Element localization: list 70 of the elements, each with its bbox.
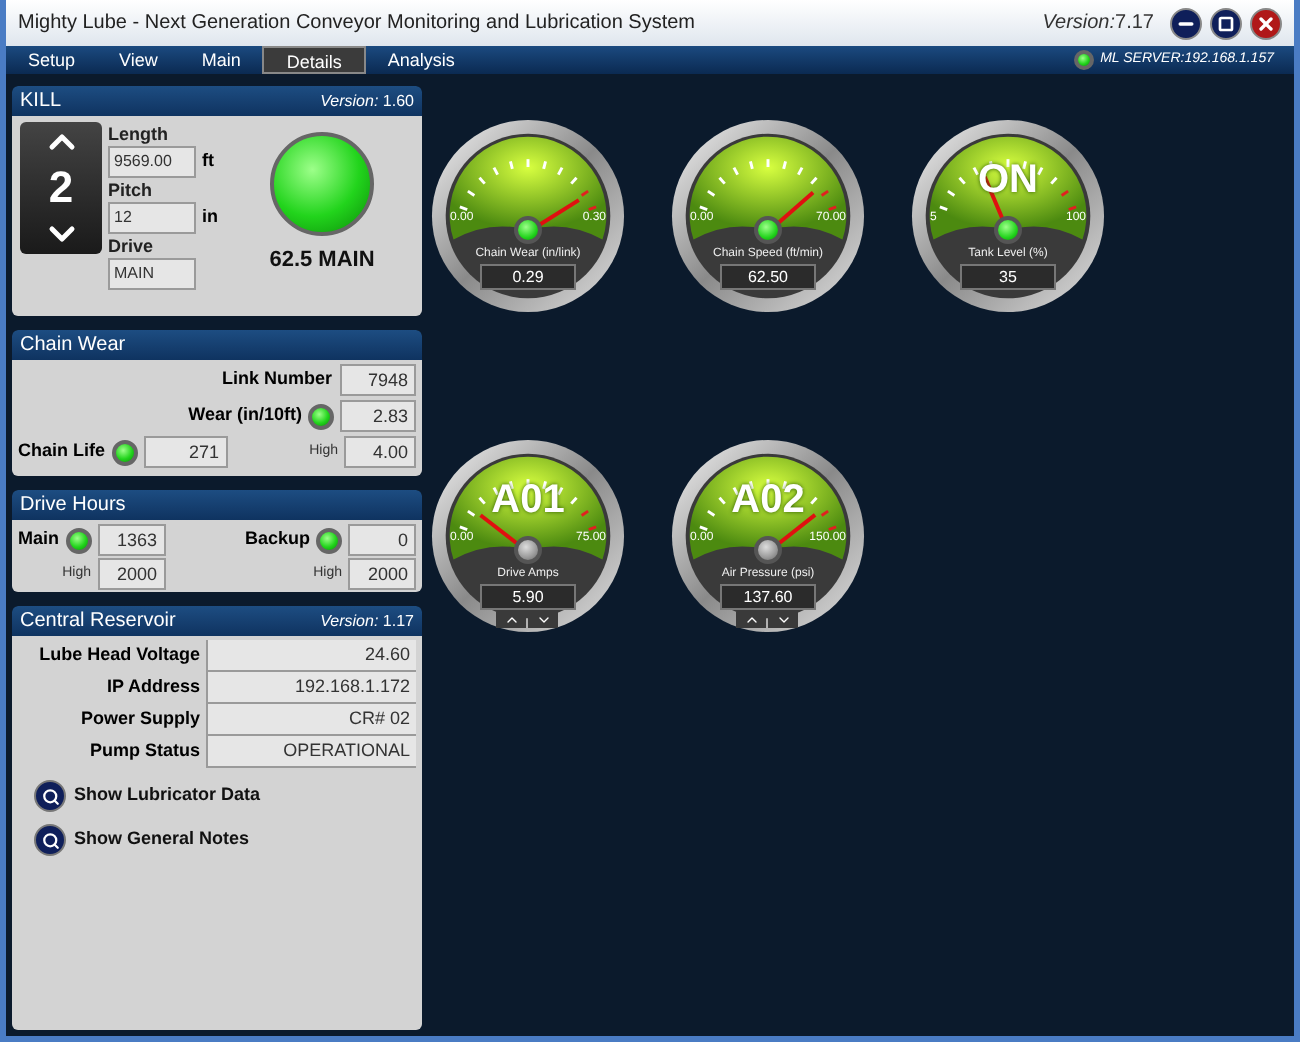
value-field: CR# 02 <box>206 704 416 736</box>
close-button[interactable] <box>1250 7 1282 39</box>
input-field[interactable]: 9569.00 <box>108 146 196 178</box>
value-field: 2000 <box>97 558 166 590</box>
close-icon <box>1256 13 1276 33</box>
value-field: 2000 <box>348 558 416 590</box>
value-field: 271 <box>143 436 228 468</box>
show-data-link[interactable]: Show Lubricator Data <box>34 780 416 812</box>
gauge-overlay-text: A02 <box>729 478 807 522</box>
panel-title: Drive Hours <box>20 492 126 520</box>
chevron-down-icon <box>775 612 791 628</box>
search-icon <box>34 780 66 812</box>
menu-tab[interactable]: Main <box>179 46 263 74</box>
status-text: 62.5 MAIN <box>269 246 375 276</box>
increase-button[interactable] <box>496 612 526 628</box>
field-label: Pitch <box>108 178 155 202</box>
panel-title: Central Reservoir <box>20 608 176 636</box>
unit-label: ft <box>202 148 214 175</box>
chevron-up-icon <box>743 612 759 628</box>
menu-tab[interactable]: Analysis <box>365 46 477 74</box>
menu-tab[interactable]: Setup <box>6 46 98 74</box>
panel-title: Chain Wear <box>20 332 126 360</box>
gauge-overlay-text: ON <box>976 158 1040 202</box>
field-label: Drive <box>108 234 156 258</box>
show-data-link[interactable]: Show General Notes <box>34 824 416 856</box>
chevron-up-icon <box>503 612 519 628</box>
field-label: Wear (in/10ft) <box>188 402 302 429</box>
value-field: 4.00 <box>344 436 416 468</box>
gauge-value: 0.29 <box>480 264 576 290</box>
gauge-overlay-text: A01 <box>489 478 567 522</box>
field-label: Main <box>18 526 60 553</box>
menu-tab[interactable]: View <box>97 46 180 74</box>
gauge-value: 5.90 <box>480 584 576 610</box>
field-label: Pump Status <box>87 738 202 765</box>
field-label: Lube Head Voltage <box>37 642 202 669</box>
input-field[interactable]: 12 <box>108 202 196 234</box>
field-label: IP Address <box>104 674 202 701</box>
value-field: OPERATIONAL <box>206 736 416 768</box>
spinner-value: 2 <box>48 168 74 208</box>
gauge-value: 62.50 <box>720 264 816 290</box>
spinner[interactable]: 2 <box>20 122 102 254</box>
value-field: 0 <box>348 524 416 556</box>
decrease-button[interactable] <box>528 612 558 628</box>
input-field[interactable]: MAIN <box>108 258 196 290</box>
field-label: Power Supply <box>78 706 202 733</box>
version-label: Version: 1.17 <box>320 609 414 633</box>
minimize-button[interactable] <box>1170 7 1202 39</box>
unit-label: in <box>202 204 218 231</box>
panel-title: KILL <box>20 88 62 116</box>
value-field: 2.83 <box>340 400 416 432</box>
window-title: Mighty Lube - Next Generation Conveyor Monitoring and Lubrication System <box>18 10 698 38</box>
decrease-button[interactable] <box>768 612 798 628</box>
search-icon <box>34 824 66 856</box>
value-field: 24.60 <box>206 640 416 672</box>
gauge-value: 35 <box>960 264 1056 290</box>
maximize-button[interactable] <box>1210 7 1242 39</box>
chevron-down-icon <box>535 612 551 628</box>
field-label: Length <box>108 122 170 146</box>
field-label: Chain Life <box>18 438 106 465</box>
value-field: 192.168.1.172 <box>206 672 416 704</box>
version-label: Version:7.17 <box>1042 10 1154 38</box>
version-label: Version: 1.60 <box>320 89 414 113</box>
maximize-icon <box>1218 15 1234 31</box>
field-label: Backup <box>244 526 310 553</box>
gauge-value: 137.60 <box>720 584 816 610</box>
field-label: Link Number <box>221 366 332 393</box>
value-field: 7948 <box>340 364 416 396</box>
increase-button[interactable] <box>736 612 766 628</box>
value-field: 1363 <box>97 524 166 556</box>
menu-tab[interactable]: Details <box>262 46 366 74</box>
